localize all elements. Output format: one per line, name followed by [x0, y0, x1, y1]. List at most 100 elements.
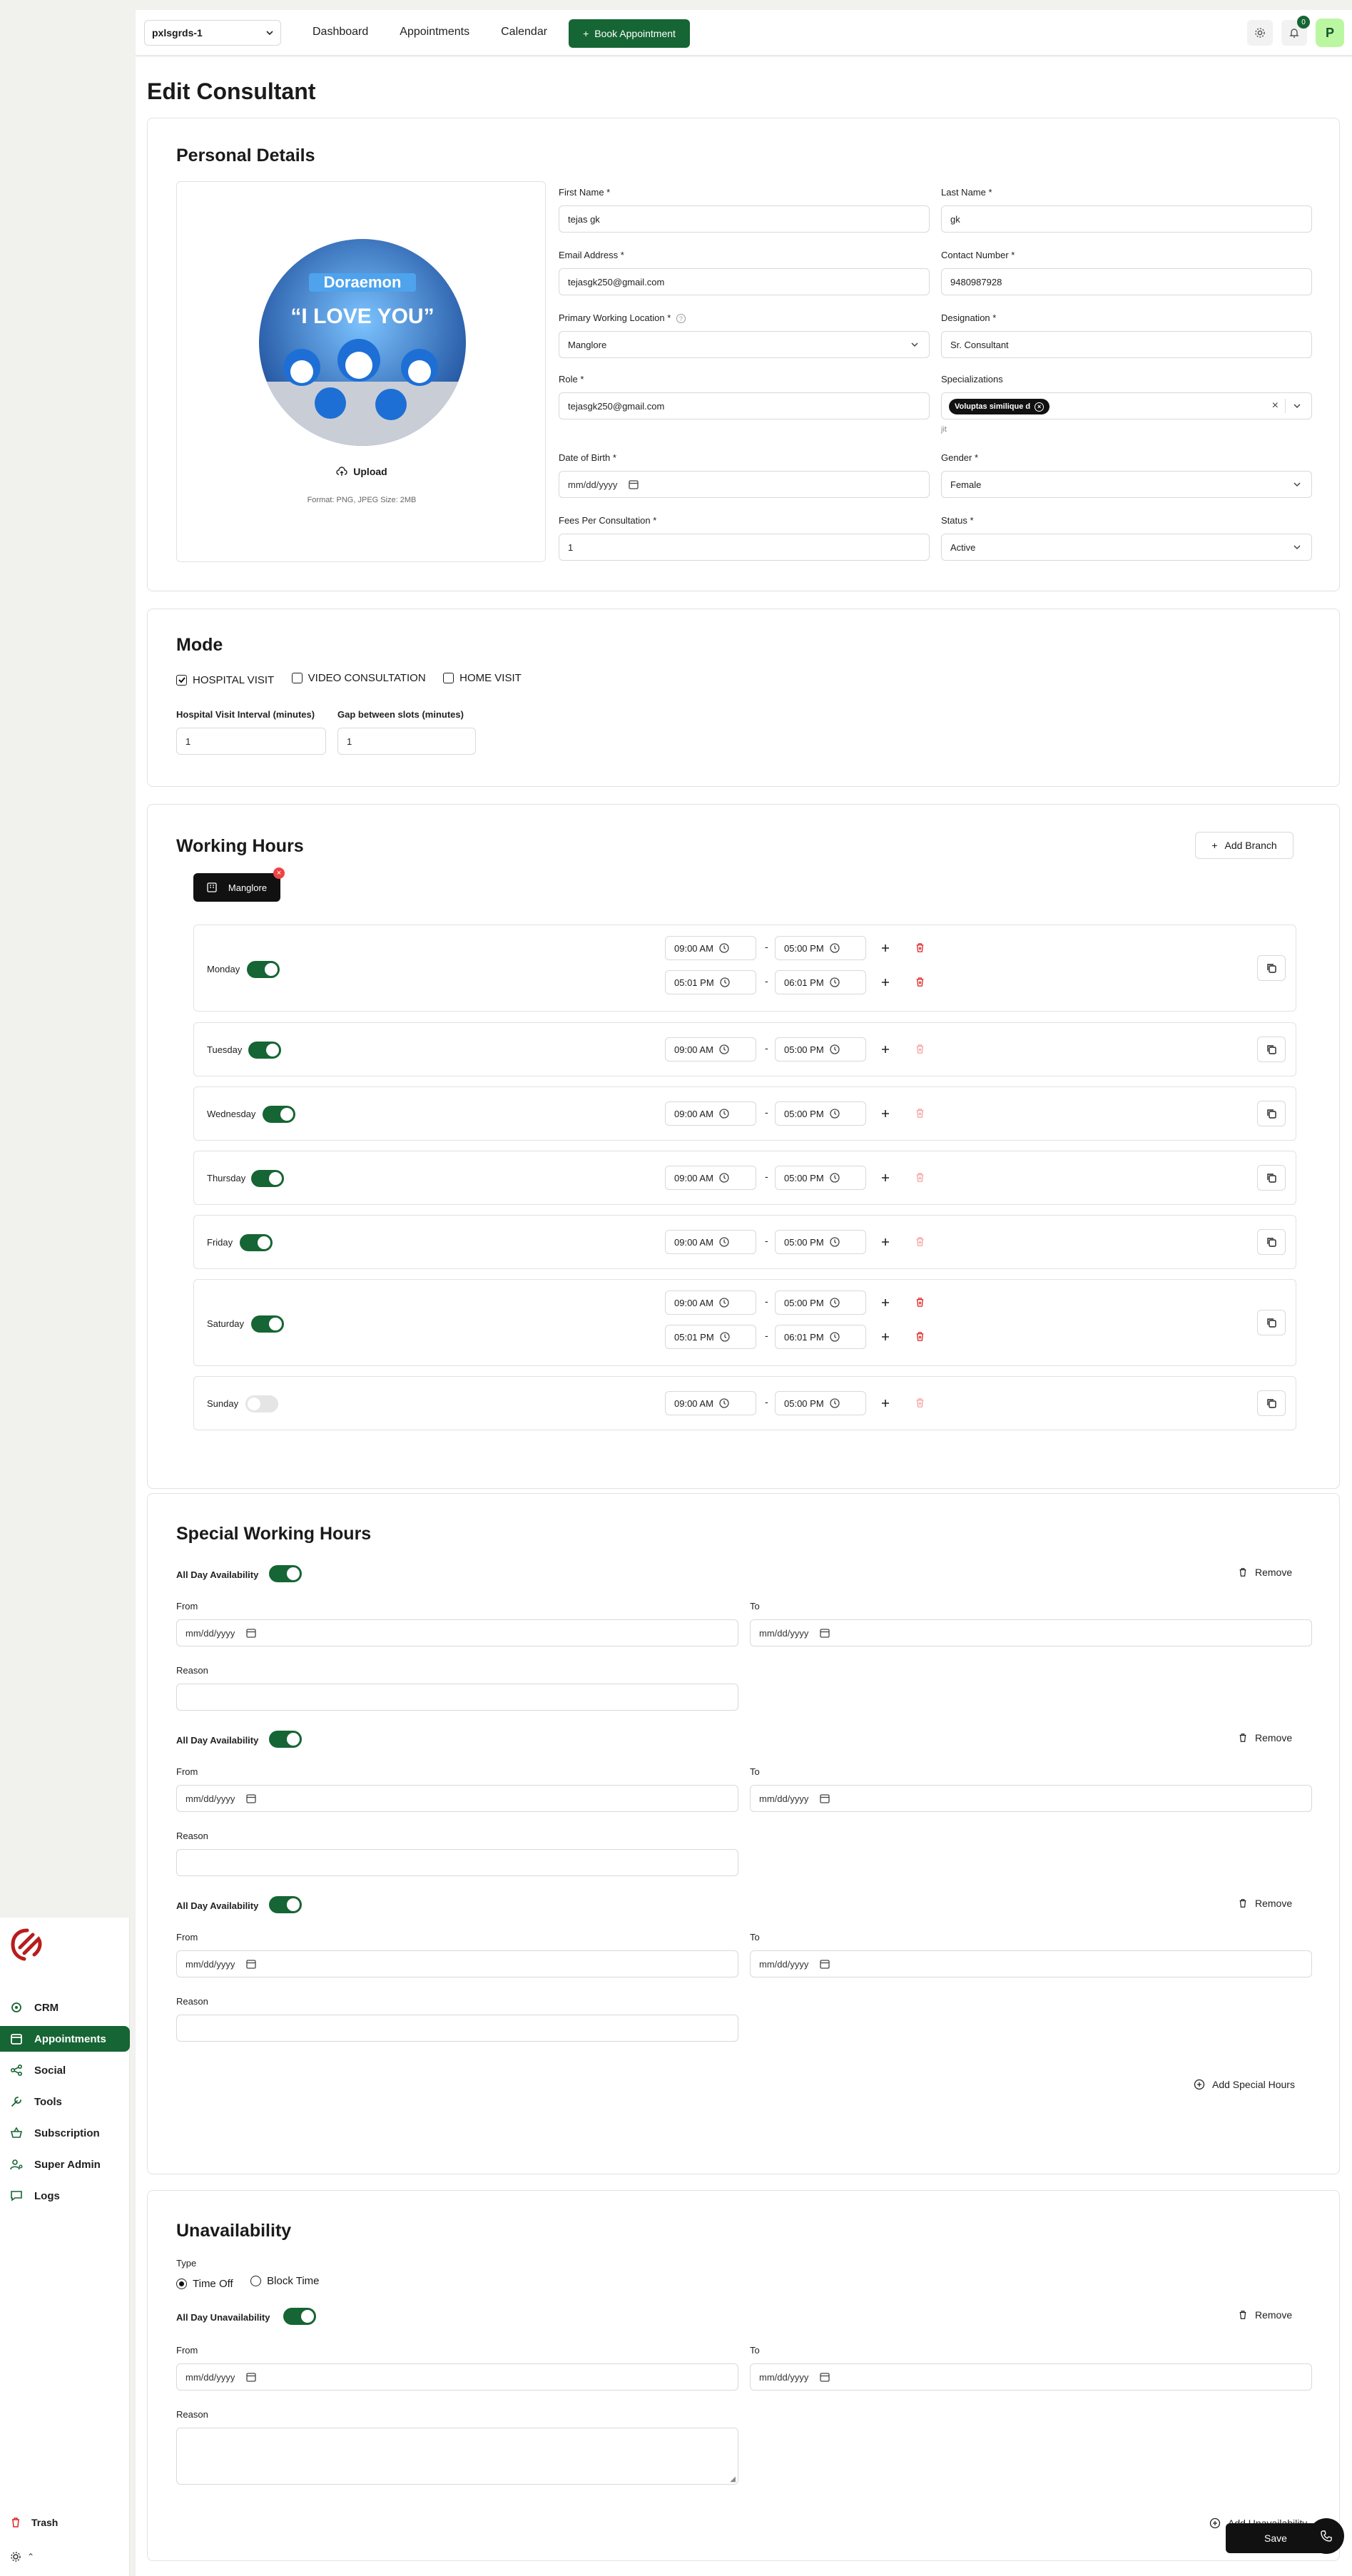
start-time-field[interactable]: 05:01 PM	[665, 1325, 756, 1349]
end-time-field[interactable]: 05:00 PM	[775, 1166, 866, 1190]
add-slot-icon[interactable]	[880, 1398, 890, 1408]
interval-field[interactable]: 1	[176, 728, 326, 755]
reason-field[interactable]	[176, 1684, 738, 1711]
role-field[interactable]: tejasgk250@gmail.com	[559, 392, 930, 419]
add-slot-icon[interactable]	[880, 1173, 890, 1183]
mode-video-consultation-checkbox[interactable]: VIDEO CONSULTATION	[291, 672, 426, 684]
start-time-field[interactable]: 09:00 AM	[665, 1290, 756, 1315]
reason-field[interactable]	[176, 1849, 738, 1876]
help-icon[interactable]: ?	[676, 314, 686, 323]
reason-field[interactable]	[176, 2015, 738, 2042]
call-button[interactable]	[1308, 2518, 1344, 2554]
start-time-field[interactable]: 09:00 AM	[665, 1166, 756, 1190]
avatar[interactable]: P	[1316, 19, 1344, 47]
calendar-icon[interactable]	[820, 2372, 830, 2382]
copy-day-button[interactable]	[1257, 1101, 1286, 1126]
end-time-field[interactable]: 05:00 PM	[775, 1037, 866, 1062]
to-date-field[interactable]: mm/dd/yyyy	[750, 1785, 1312, 1812]
to-date-field[interactable]: mm/dd/yyyy	[750, 2363, 1312, 2391]
settings-menu[interactable]: ⌃	[10, 2551, 34, 2562]
end-time-field[interactable]: 05:00 PM	[775, 1101, 866, 1126]
day-toggle[interactable]	[251, 1315, 284, 1333]
contact-field[interactable]: 9480987928	[941, 268, 1312, 295]
sidebar-item-appointments[interactable]: Appointments	[0, 2026, 130, 2052]
designation-field[interactable]: Sr. Consultant	[941, 331, 1312, 358]
start-time-field[interactable]: 09:00 AM	[665, 1101, 756, 1126]
sidebar-item-super-admin[interactable]: Super Admin	[0, 2152, 130, 2177]
remove-branch-icon[interactable]: ×	[273, 867, 285, 879]
day-toggle[interactable]	[245, 1395, 278, 1412]
nav-dashboard[interactable]: Dashboard	[312, 26, 368, 39]
remove-button[interactable]: Remove	[1238, 1567, 1292, 1578]
add-slot-icon[interactable]	[880, 1109, 890, 1119]
nav-calendar[interactable]: Calendar	[501, 26, 547, 39]
day-toggle[interactable]	[247, 961, 280, 978]
day-toggle[interactable]	[240, 1234, 273, 1251]
mode-hospital-visit-checkbox[interactable]: HOSPITAL VISIT	[176, 674, 274, 686]
remove-button[interactable]: Remove	[1238, 2309, 1292, 2321]
end-time-field[interactable]: 05:00 PM	[775, 1230, 866, 1254]
sidebar-item-subscription[interactable]: Subscription	[0, 2120, 130, 2146]
location-select[interactable]: Manglore	[559, 331, 930, 358]
type-time-off-radio[interactable]: Time Off	[176, 2278, 233, 2290]
gender-select[interactable]: Female	[941, 471, 1312, 498]
dob-field[interactable]: mm/dd/yyyy	[559, 471, 930, 498]
branch-tab[interactable]: Manglore ×	[193, 867, 285, 902]
email-field[interactable]: tejasgk250@gmail.com	[559, 268, 930, 295]
gap-field[interactable]: 1	[337, 728, 476, 755]
add-branch-button[interactable]: + Add Branch	[1195, 832, 1293, 859]
add-slot-icon[interactable]	[880, 1298, 890, 1308]
delete-slot-icon[interactable]	[915, 1331, 925, 1342]
day-toggle[interactable]	[248, 1042, 281, 1059]
add-special-hours-button[interactable]: Add Special Hours	[1194, 2079, 1295, 2090]
calendar-icon[interactable]	[246, 1793, 256, 1803]
delete-slot-icon[interactable]	[915, 977, 925, 987]
fees-field[interactable]: 1	[559, 534, 930, 561]
add-slot-icon[interactable]	[880, 1237, 890, 1247]
book-appointment-button[interactable]: + Book Appointment	[569, 19, 690, 48]
nav-appointments[interactable]: Appointments	[400, 26, 469, 39]
copy-day-button[interactable]	[1257, 955, 1286, 981]
calendar-icon[interactable]	[246, 1959, 256, 1969]
start-time-field[interactable]: 09:00 AM	[665, 1230, 756, 1254]
all-day-unavailability-toggle[interactable]	[283, 2308, 316, 2325]
calendar-icon[interactable]	[820, 1628, 830, 1638]
to-date-field[interactable]: mm/dd/yyyy	[750, 1950, 1312, 1977]
type-block-time-radio[interactable]: Block Time	[250, 2275, 320, 2287]
upload-button[interactable]: Upload	[177, 466, 547, 477]
from-date-field[interactable]: mm/dd/yyyy	[176, 2363, 738, 2391]
calendar-icon[interactable]	[246, 2372, 256, 2382]
mode-home-visit-checkbox[interactable]: HOME VISIT	[443, 672, 522, 684]
clear-icon[interactable]: ×	[1272, 399, 1279, 412]
sidebar-item-tools[interactable]: Tools	[0, 2089, 130, 2114]
add-slot-icon[interactable]	[880, 1332, 890, 1342]
delete-slot-icon[interactable]	[915, 1297, 925, 1308]
reason-textarea[interactable]: ◢	[176, 2428, 738, 2485]
add-slot-icon[interactable]	[880, 977, 890, 987]
settings-button[interactable]	[1247, 20, 1273, 46]
start-time-field[interactable]: 09:00 AM	[665, 1037, 756, 1062]
from-date-field[interactable]: mm/dd/yyyy	[176, 1619, 738, 1646]
all-day-toggle[interactable]	[269, 1731, 302, 1748]
calendar-icon[interactable]	[246, 1628, 256, 1638]
calendar-icon[interactable]	[629, 479, 639, 489]
all-day-toggle[interactable]	[269, 1565, 302, 1582]
copy-day-button[interactable]	[1257, 1310, 1286, 1335]
brand-logo[interactable]	[9, 1926, 46, 1963]
day-toggle[interactable]	[263, 1106, 295, 1123]
all-day-toggle[interactable]	[269, 1896, 302, 1913]
end-time-field[interactable]: 05:00 PM	[775, 1290, 866, 1315]
end-time-field[interactable]: 06:01 PM	[775, 970, 866, 994]
copy-day-button[interactable]	[1257, 1390, 1286, 1416]
from-date-field[interactable]: mm/dd/yyyy	[176, 1950, 738, 1977]
end-time-field[interactable]: 05:00 PM	[775, 1391, 866, 1415]
sidebar-item-social[interactable]: Social	[0, 2057, 130, 2083]
add-slot-icon[interactable]	[880, 1044, 890, 1054]
start-time-field[interactable]: 09:00 AM	[665, 1391, 756, 1415]
to-date-field[interactable]: mm/dd/yyyy	[750, 1619, 1312, 1646]
copy-day-button[interactable]	[1257, 1165, 1286, 1191]
notifications-button[interactable]: 0	[1281, 16, 1310, 46]
end-time-field[interactable]: 06:01 PM	[775, 1325, 866, 1349]
start-time-field[interactable]: 09:00 AM	[665, 936, 756, 960]
first-name-field[interactable]: tejas gk	[559, 205, 930, 233]
